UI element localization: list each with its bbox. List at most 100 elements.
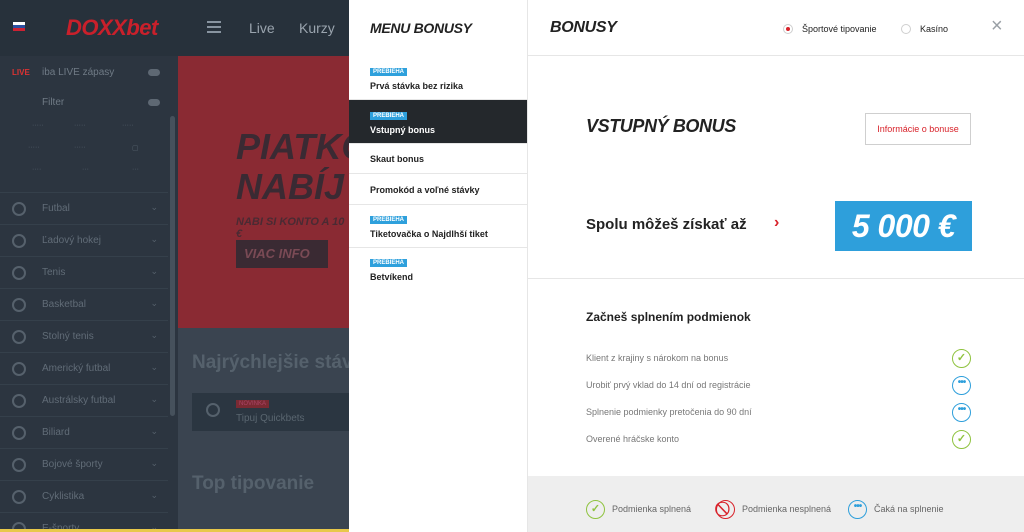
live-toggle-label: iba LIVE zápasy [42, 67, 115, 78]
legend-label: Podmienka nesplnená [742, 504, 832, 514]
sport-icon [12, 266, 26, 280]
ban-icon: ⃠ [716, 500, 735, 519]
dots-circle-icon: ••• [952, 376, 971, 395]
flag-icon[interactable] [13, 22, 25, 31]
sport-icon [12, 394, 26, 408]
filter-toggle[interactable] [148, 99, 160, 106]
max-reward-label: Spolu môžeš získať až [586, 216, 747, 233]
condition-label: Splnenie podmienky pretočenia do 90 dní [586, 407, 752, 417]
live-toggle[interactable] [148, 69, 160, 76]
promo-banner[interactable]: PIATKO NABÍJ NABI SI KONTO A 10 € VIAC I… [178, 56, 349, 328]
nav-live[interactable]: Live [249, 20, 275, 36]
chevron-down-icon: ⌄ [150, 362, 158, 372]
radio-label: Športové tipovanie [802, 24, 877, 34]
new-badge: NOVINKA [236, 400, 270, 408]
chevron-down-icon: ⌄ [150, 298, 158, 308]
menu-item-label: Tiketovačka o Najdlhší tiket [370, 229, 488, 239]
menu-item-betvikend[interactable]: PREBIEHA Betvíkend [349, 248, 527, 292]
condition-row: Klient z krajiny s nárokom na bonus ✓ [586, 349, 971, 369]
status-badge: PREBIEHA [370, 259, 408, 267]
conditions-title: Začneš splnením podmienok [586, 310, 751, 324]
chevron-right-icon: › [774, 214, 780, 231]
condition-label: Klient z krajiny s nárokom na bonus [586, 353, 729, 363]
filter-label: Filter [42, 97, 65, 108]
legend-label: Čaká na splnenie [874, 504, 944, 514]
panel-header: BONUSY Športové tipovanie Kasíno × [528, 0, 1024, 56]
sidebar-sport-item[interactable]: Ľadový hokej ⌄ [0, 224, 168, 256]
menu-item-vstupny-bonus[interactable]: PREBIEHA Vstupný bonus [349, 100, 527, 144]
status-badge: PREBIEHA [370, 216, 408, 224]
menu-item-prva-stavka[interactable]: PREBIEHA Prvá stávka bez rizika [349, 56, 527, 100]
sidebar-sport-item[interactable]: Americký futbal ⌄ [0, 352, 168, 384]
chevron-down-icon: ⌄ [150, 234, 158, 244]
chevron-down-icon: ⌄ [150, 458, 158, 468]
nav-kurzy[interactable]: Kurzy [299, 20, 335, 36]
section-top-betting: Top tipovanie [192, 473, 315, 494]
sport-icon [12, 426, 26, 440]
sports-sidebar: LIVE iba LIVE zápasy Filter ····· ····· ··… [0, 56, 178, 532]
search-icon [206, 403, 220, 417]
live-filter-row[interactable]: LIVE iba LIVE zápasy [0, 58, 168, 88]
sport-icon [12, 202, 26, 216]
promo-more-button[interactable]: VIAC INFO [236, 240, 328, 268]
filter-grid: ····· ····· ····· ····· ····· ▢ ···· ··· ··· [28, 122, 139, 173]
menu-item-label: Betvíkend [370, 272, 414, 282]
menu-item-skaut-bonus[interactable]: Skaut bonus [349, 144, 527, 174]
check-circle-icon: ✓ [952, 430, 971, 449]
menu-title: MENU BONUSY [370, 20, 472, 36]
sport-icon [12, 330, 26, 344]
sidebar-sport-item[interactable]: Austrálsky futbal ⌄ [0, 384, 168, 416]
chevron-down-icon: ⌄ [150, 202, 158, 212]
sidebar-sport-item[interactable]: Basketbal ⌄ [0, 288, 168, 320]
condition-row: Overené hráčske konto ✓ [586, 430, 971, 450]
radio-checked-icon [783, 24, 793, 34]
section-fastest-bets: Najrýchlejšie stávky [192, 352, 374, 373]
site-logo[interactable]: DOXXbet [66, 15, 158, 41]
menu-item-tiketovacka[interactable]: PREBIEHA Tiketovačka o Najdlhší tiket [349, 205, 527, 248]
sidebar-sport-item[interactable]: Futbal ⌄ [0, 192, 168, 224]
chevron-down-icon: ⌄ [150, 266, 158, 276]
chevron-down-icon: ⌄ [150, 394, 158, 404]
sidebar-sport-item[interactable]: Stolný tenis ⌄ [0, 320, 168, 352]
live-tag: LIVE [12, 68, 30, 77]
quickbet-card[interactable]: NOVINKA Tipuj Quickbets [192, 393, 349, 431]
menu-item-promokod[interactable]: Promokód a voľné stávky [349, 174, 527, 205]
filter-row[interactable]: Filter [0, 88, 168, 118]
condition-row: Splnenie podmienky pretočenia do 90 dní … [586, 403, 971, 423]
chevron-down-icon: ⌄ [150, 330, 158, 340]
chevron-down-icon: ⌄ [150, 490, 158, 500]
promo-headline-1: PIATKO [236, 126, 349, 167]
sport-icon [12, 298, 26, 312]
sport-label: Austrálsky futbal [42, 395, 116, 406]
chevron-down-icon: ⌄ [150, 426, 158, 436]
menu-item-label: Vstupný bonus [370, 125, 435, 135]
sidebar-sport-item[interactable]: Biliard ⌄ [0, 416, 168, 448]
hamburger-menu-icon[interactable] [207, 21, 221, 33]
sport-label: Stolný tenis [42, 331, 94, 342]
sport-label: Biliard [42, 427, 70, 438]
sport-icon [12, 234, 26, 248]
menu-item-label: Prvá stávka bez rizika [370, 81, 464, 91]
panel-title: BONUSY [550, 19, 617, 36]
dots-circle-icon: ••• [952, 403, 971, 422]
sidebar-sport-item[interactable]: Bojové športy ⌄ [0, 448, 168, 480]
sidebar-scrollbar[interactable] [170, 116, 175, 416]
sport-label: Bojové športy [42, 459, 103, 470]
sport-label: Cyklistika [42, 491, 85, 502]
close-icon[interactable]: × [991, 16, 1003, 36]
condition-label: Overené hráčske konto [586, 434, 680, 444]
bonus-panel: BONUSY Športové tipovanie Kasíno × VSTUP… [527, 0, 1024, 532]
status-legend: ✓ Podmienka splnená ⃠ Podmienka nesplnen… [528, 476, 1024, 532]
sidebar-sport-item[interactable]: Tenis ⌄ [0, 256, 168, 288]
sidebar-sport-item[interactable]: Cyklistika ⌄ [0, 480, 168, 512]
sport-icon [12, 362, 26, 376]
menu-item-label: Skaut bonus [370, 154, 425, 164]
check-circle-icon: ✓ [952, 349, 971, 368]
radio-unchecked-icon [901, 24, 911, 34]
condition-label: Urobiť prvý vklad do 14 dní od registrác… [586, 380, 751, 390]
bonus-info-button[interactable]: Informácie o bonuse [865, 113, 971, 145]
menu-item-label: Promokód a voľné stávky [370, 185, 480, 195]
bonus-amount: 5 000 € [835, 201, 972, 251]
radio-label: Kasíno [920, 24, 949, 34]
sport-label: Americký futbal [42, 363, 111, 374]
